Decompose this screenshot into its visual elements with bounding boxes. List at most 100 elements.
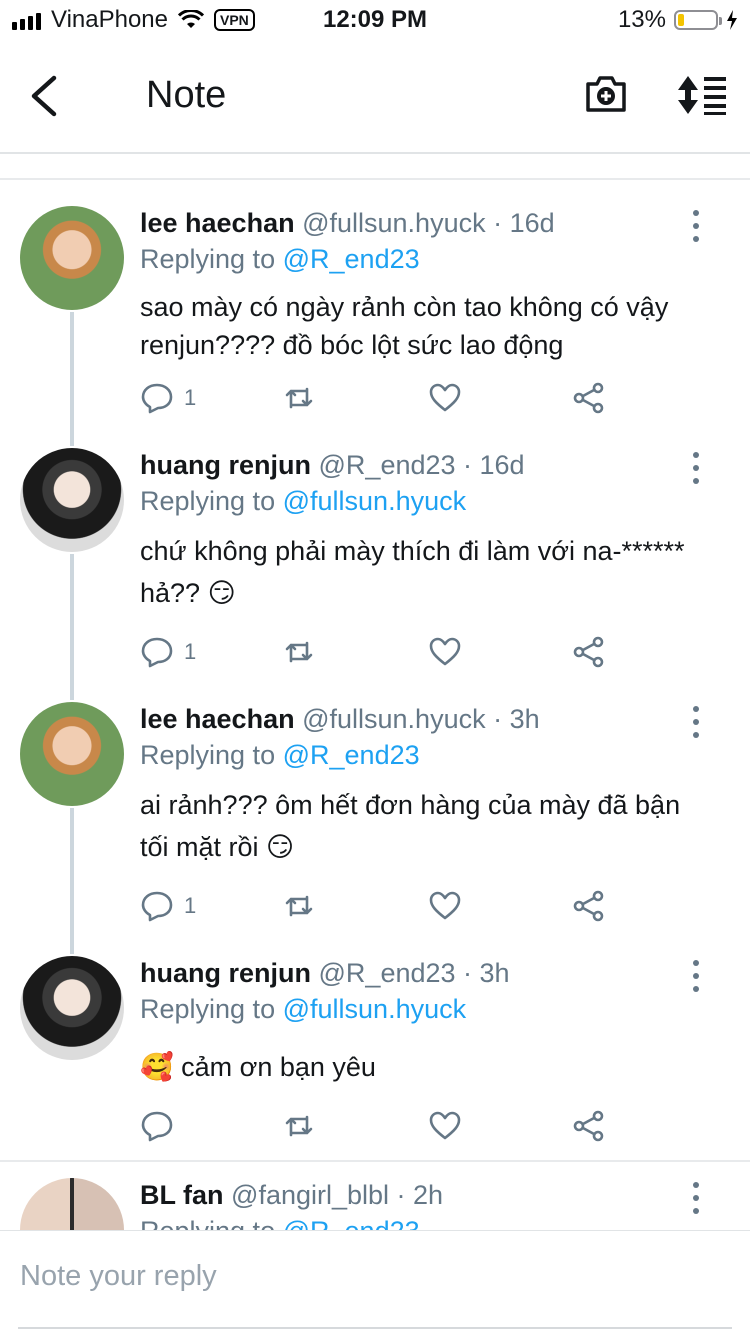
replying-label: Replying to [140, 740, 276, 770]
retweet-button[interactable] [282, 378, 316, 418]
like-button[interactable] [428, 632, 462, 672]
share-icon [573, 1110, 604, 1142]
heart-icon [429, 383, 461, 412]
retweet-button[interactable] [282, 632, 316, 672]
reply-button[interactable] [140, 1106, 184, 1146]
tweet-actions: 1 [140, 378, 610, 418]
more-options-icon[interactable] [684, 206, 708, 246]
retweet-button[interactable] [282, 1106, 316, 1146]
avatar[interactable] [20, 206, 124, 310]
like-button[interactable] [428, 378, 462, 418]
replying-handle-link[interactable]: @R_end23 [283, 244, 420, 274]
more-options-icon[interactable] [684, 1178, 708, 1218]
author-handle-time: @fullsun.hyuck · 3h [302, 704, 540, 734]
reply-button[interactable]: 1 [140, 886, 196, 926]
replying-to: Replying to @fullsun.hyuck [140, 486, 466, 517]
retweet-icon [285, 895, 313, 917]
reply-tweet[interactable]: BL fan @fangirl_blbl · 2h Replying to @R… [0, 1172, 750, 1230]
author-name[interactable]: lee haechan [140, 208, 295, 238]
author-handle-time: @R_end23 · 16d [318, 450, 525, 480]
sort-icon[interactable] [676, 74, 728, 116]
author-handle-time: @R_end23 · 3h [318, 958, 510, 988]
replying-to: Replying to @R_end23 [140, 740, 420, 771]
navigation-bar: Note [0, 40, 750, 154]
reply-tweet[interactable]: huang renjun @R_end23 · 16d Replying to … [0, 442, 750, 692]
reply-input-underline [18, 1327, 732, 1329]
author-name[interactable]: huang renjun [140, 958, 311, 988]
share-icon [573, 890, 604, 922]
share-icon [573, 636, 604, 668]
back-chevron-icon[interactable] [22, 70, 72, 122]
reply-tweet[interactable]: lee haechan @fullsun.hyuck · 16d Replyin… [0, 200, 750, 430]
avatar[interactable] [20, 702, 124, 806]
status-right: 13% [618, 6, 738, 34]
replying-to: Replying to @R_end23 [140, 244, 420, 275]
section-divider [0, 178, 750, 180]
avatar[interactable] [20, 1178, 124, 1230]
tweet-divider [0, 1160, 750, 1162]
heart-icon [429, 1111, 461, 1140]
charging-bolt-icon [727, 10, 737, 30]
more-options-icon[interactable] [684, 702, 708, 742]
tweet-header: BL fan @fangirl_blbl · 2h [140, 1180, 443, 1211]
author-handle-time: @fullsun.hyuck · 16d [302, 208, 555, 238]
author-name[interactable]: huang renjun [140, 450, 311, 480]
reply-count: 1 [184, 639, 197, 664]
reply-count: 1 [184, 385, 197, 410]
retweet-button[interactable] [282, 886, 316, 926]
reply-button[interactable]: 1 [140, 632, 196, 672]
like-button[interactable] [428, 886, 462, 926]
author-name[interactable]: BL fan [140, 1180, 224, 1210]
tweet-actions [140, 1106, 610, 1146]
replying-handle-link[interactable]: @fullsun.hyuck [283, 994, 467, 1024]
retweet-icon [285, 387, 313, 409]
tweet-header: huang renjun @R_end23 · 16d [140, 450, 525, 481]
share-button[interactable] [572, 1106, 606, 1146]
reply-input[interactable] [18, 1259, 722, 1294]
replying-label: Replying to [140, 486, 276, 516]
page-title: Note [146, 74, 227, 116]
replying-handle-link[interactable]: @R_end23 [283, 1216, 420, 1230]
tweet-text: chứ không phải mày thích đi làm với na-*… [140, 536, 685, 608]
more-options-icon[interactable] [684, 448, 708, 488]
retweet-icon [285, 1115, 313, 1137]
reply-icon [141, 1111, 173, 1142]
replying-label: Replying to [140, 1216, 275, 1230]
battery-percent: 13% [617, 6, 666, 33]
author-handle-time: @fangirl_blbl · 2h [231, 1180, 444, 1210]
tweet-actions: 1 [140, 632, 610, 672]
author-name[interactable]: lee haechan [140, 704, 295, 734]
like-button[interactable] [428, 1106, 462, 1146]
replying-label: Replying to [140, 244, 276, 274]
tweet-header: lee haechan @fullsun.hyuck · 3h [140, 704, 540, 735]
reply-count: 1 [184, 893, 197, 918]
heart-icon [429, 637, 461, 666]
share-button[interactable] [572, 378, 606, 418]
more-options-icon[interactable] [684, 956, 708, 996]
replying-handle-link[interactable]: @R_end23 [283, 740, 420, 770]
reply-button[interactable]: 1 [140, 378, 196, 418]
replying-label: Replying to [140, 994, 276, 1024]
tweet-text: ai rảnh??? ôm hết đơn hàng của mày đã bậ… [140, 790, 681, 862]
heart-icon [429, 891, 461, 920]
tweet-actions: 1 [140, 886, 610, 926]
tweet-text: sao mày có ngày rảnh còn tao không có vậ… [140, 292, 669, 360]
status-bar: VinaPhone VPN 12:09 PM 13% [0, 0, 750, 40]
reply-tweet[interactable]: huang renjun @R_end23 · 3h Replying to @… [0, 950, 750, 1156]
share-icon [573, 382, 604, 414]
reply-compose-bar [0, 1230, 750, 1335]
share-button[interactable] [572, 886, 606, 926]
retweet-icon [285, 641, 313, 663]
replying-handle-link[interactable]: @fullsun.hyuck [283, 486, 467, 516]
reply-icon [141, 383, 173, 414]
tweet-header: lee haechan @fullsun.hyuck · 16d [140, 208, 555, 239]
avatar[interactable] [20, 956, 124, 1060]
replying-to: Replying to @fullsun.hyuck [140, 994, 466, 1025]
avatar[interactable] [20, 448, 124, 552]
share-button[interactable] [572, 632, 606, 672]
replying-to: Replying to @R_end23 [140, 1216, 420, 1230]
camera-add-icon[interactable] [584, 72, 628, 116]
battery-icon [674, 10, 722, 30]
reply-icon [141, 637, 173, 668]
reply-tweet[interactable]: lee haechan @fullsun.hyuck · 3h Replying… [0, 696, 750, 946]
